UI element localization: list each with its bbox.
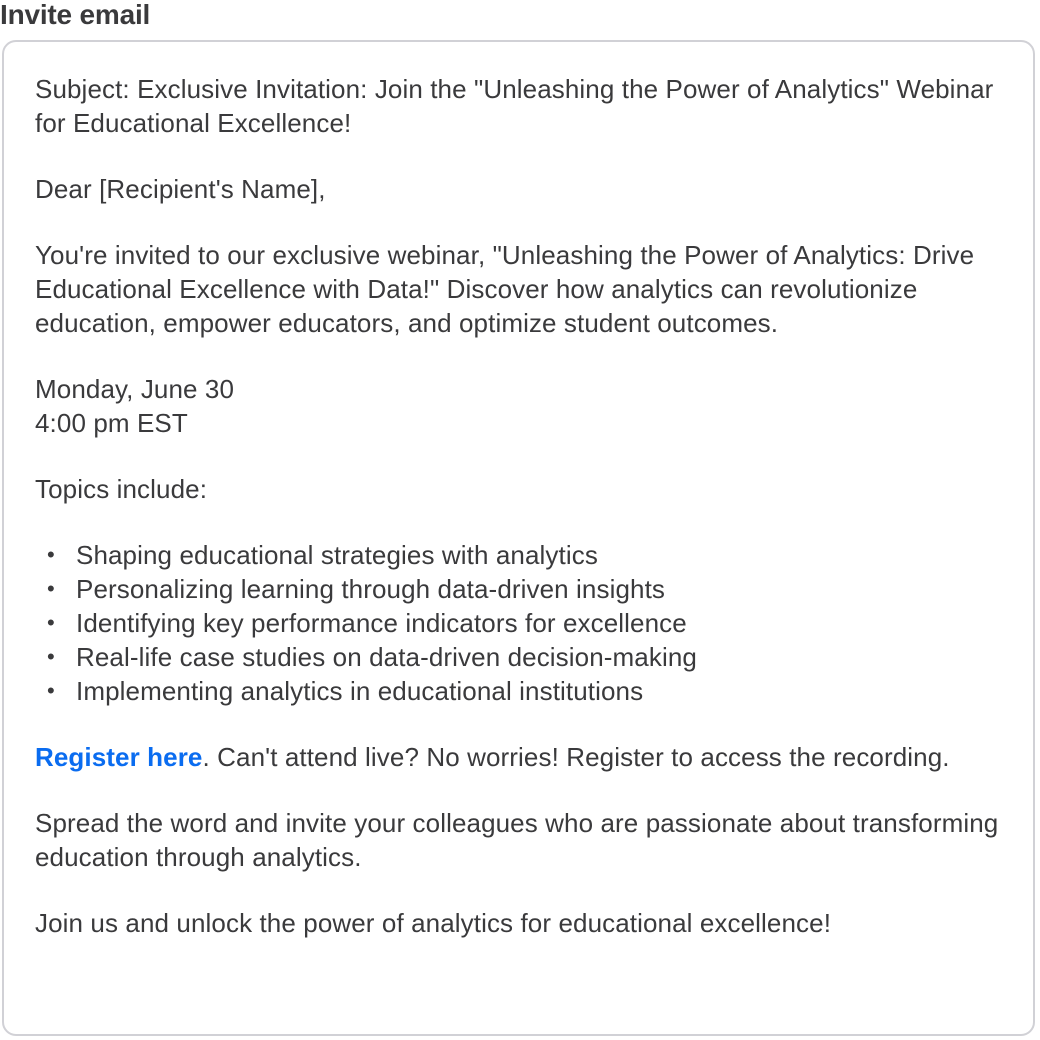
bullet-icon: • bbox=[47, 542, 55, 567]
bullet-icon: • bbox=[47, 678, 55, 703]
topic-text: Shaping educational strategies with anal… bbox=[76, 540, 598, 570]
email-body: Subject: Exclusive Invitation: Join the … bbox=[35, 72, 1013, 940]
list-item: • Real-life case studies on data-driven d… bbox=[35, 640, 1013, 674]
email-greeting: Dear [Recipient's Name], bbox=[35, 174, 326, 204]
email-intro: You're invited to our exclusive webinar,… bbox=[35, 240, 975, 338]
spread-word-text: Spread the word and invite your colleagu… bbox=[35, 808, 999, 872]
bullet-icon: • bbox=[47, 610, 55, 635]
list-item: • Implementing analytics in educational i… bbox=[35, 674, 1013, 708]
topic-text: Identifying key performance indicators f… bbox=[76, 608, 687, 638]
register-text: . Can't attend live? No worries! Registe… bbox=[202, 742, 950, 772]
register-link[interactable]: Register here bbox=[35, 742, 202, 772]
bullet-icon: • bbox=[47, 644, 55, 669]
closing-text: Join us and unlock the power of analytic… bbox=[35, 908, 832, 938]
list-item: • Personalizing learning through data-dri… bbox=[35, 572, 1013, 606]
event-time: 4:00 pm EST bbox=[35, 408, 188, 438]
register-paragraph: Register here. Can't attend live? No wor… bbox=[35, 740, 1013, 774]
bullet-icon: • bbox=[47, 576, 55, 601]
topic-text: Personalizing learning through data-driv… bbox=[76, 574, 666, 604]
topic-text: Real-life case studies on data-driven de… bbox=[76, 642, 697, 672]
topic-text: Implementing analytics in educational in… bbox=[76, 676, 644, 706]
event-date: Monday, June 30 bbox=[35, 374, 235, 404]
topics-list: • Shaping educational strategies with ana… bbox=[35, 538, 1013, 708]
email-subject: Subject: Exclusive Invitation: Join the … bbox=[35, 74, 994, 138]
list-item: • Shaping educational strategies with ana… bbox=[35, 538, 1013, 572]
page-title: Invite email bbox=[0, 0, 151, 30]
list-item: • Identifying key performance indicators … bbox=[35, 606, 1013, 640]
topics-heading: Topics include: bbox=[35, 474, 208, 504]
email-preview-box[interactable]: Subject: Exclusive Invitation: Join the … bbox=[2, 40, 1035, 1036]
